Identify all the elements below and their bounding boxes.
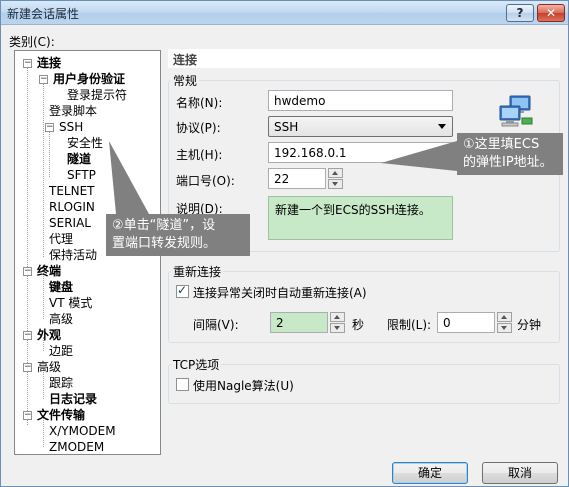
spin-up-icon[interactable] [328,168,343,178]
tree-item[interactable]: SSH [59,120,83,135]
collapse-toggle-icon[interactable]: − [39,75,48,84]
protocol-select[interactable]: SSH [268,116,453,137]
tree-connector [49,129,50,177]
port-spinner[interactable] [328,168,343,189]
minutes-label: 分钟 [517,318,542,332]
tree-item[interactable]: 外观 [37,328,61,343]
tunnel-callout-line2: 置端口转发规则。 [112,236,217,251]
auto-reconnect-checkbox[interactable] [176,283,189,298]
limit-spinner[interactable] [497,312,512,333]
network-computers-icon [499,95,533,127]
port-input[interactable]: 22 [268,168,326,189]
tree-item[interactable]: 高级 [37,360,61,375]
tree-item[interactable]: X/YMODEM [49,424,116,439]
spin-up-icon[interactable] [497,312,512,322]
interval-spinner[interactable] [330,312,345,333]
tree-item[interactable]: RLOGIN [49,200,95,215]
ok-button[interactable]: 确定 [392,462,468,484]
tree-item[interactable]: SFTP [67,168,96,183]
window-title: 新建会话属性 [7,7,80,21]
tree-item[interactable]: 用户身份验证 [53,72,125,87]
tree-item[interactable]: 文件传输 [37,408,85,423]
tree-item[interactable]: SERIAL [49,216,91,231]
tree-item[interactable]: 日志记录 [49,392,97,407]
nagle-checkbox[interactable] [176,378,189,391]
spin-down-icon[interactable] [328,179,343,189]
section-title: 连接 [173,53,198,67]
protocol-value: SSH [274,120,299,134]
tree-item[interactable]: VT 模式 [49,296,92,311]
tree-item[interactable]: 隧道 [67,152,91,167]
ip-callout-line2: 的弹性IP地址。 [463,155,553,170]
title-bar[interactable]: 新建会话属性 ? ✕ [1,1,568,25]
tree-item[interactable]: TELNET [49,184,95,199]
collapse-toggle-icon[interactable]: − [23,59,32,68]
collapse-toggle-icon[interactable]: − [45,123,54,132]
tree-item[interactable]: 键盘 [49,280,73,295]
protocol-label: 协议(P): [176,121,221,135]
auto-reconnect-label[interactable]: 连接异常关闭时自动重新连接(A) [193,284,367,301]
section-header: 连接 [168,49,560,68]
chevron-down-icon [438,124,446,129]
ip-callout-line1: ①这里填ECS [463,137,540,152]
tree-connector [43,273,44,319]
nagle-label[interactable]: 使用Nagle算法(U) [193,377,294,394]
spin-down-icon[interactable] [497,323,512,333]
interval-label: 间隔(V): [193,318,239,332]
tree-item[interactable]: 代理 [49,232,73,247]
tree-item[interactable]: 连接 [37,56,61,71]
tree-connector [43,81,44,257]
tree-item[interactable]: 高级 [49,312,73,327]
limit-label: 限制(L): [387,318,432,332]
collapse-toggle-icon[interactable]: − [23,411,32,420]
tree-item[interactable]: 跟踪 [49,376,73,391]
collapse-toggle-icon[interactable]: − [23,331,32,340]
cancel-button[interactable]: 取消 [482,462,558,484]
ip-callout: ①这里填ECS 的弹性IP地址。 [457,133,563,175]
session-properties-dialog: 新建会话属性 ? ✕ 类别(C): − 连接 − 用户身份验证 登录提示符 登录脚本 − SS… [0,0,569,487]
tunnel-callout-line1: ②单击“隧道”，设 [112,218,216,233]
reconnect-group-title: 重新连接 [171,263,224,280]
seconds-label: 秒 [352,318,365,332]
close-button[interactable]: ✕ [537,4,565,22]
tree-item[interactable]: 登录提示符 [67,88,127,103]
spin-down-icon[interactable] [330,323,345,333]
collapse-toggle-icon[interactable]: − [23,267,32,276]
tree-item[interactable]: 登录脚本 [49,104,97,119]
tree-item[interactable]: 终端 [37,264,61,279]
tree-item[interactable]: 安全性 [67,136,103,151]
spin-up-icon[interactable] [330,312,345,322]
limit-input[interactable]: 0 [437,312,495,333]
tcp-group-title: TCP选项 [171,356,222,373]
name-label: 名称(N): [176,96,223,110]
tree-item[interactable]: ZMODEM [49,440,104,455]
host-input[interactable]: 192.168.0.1 [268,142,453,163]
name-input[interactable]: hwdemo [268,90,453,111]
category-label: 类别(C): [9,35,55,49]
description-input[interactable]: 新建一个到ECS的SSH连接。 [268,196,453,240]
collapse-toggle-icon[interactable]: − [23,363,32,372]
host-label: 主机(H): [176,148,223,162]
tunnel-callout: ②单击“隧道”，设 置端口转发规则。 [106,214,250,256]
general-group-title: 常规 [171,72,200,89]
help-button[interactable]: ? [506,4,534,22]
interval-input[interactable]: 2 [270,312,328,333]
port-label: 端口号(O): [176,174,235,188]
tree-item[interactable]: 保持活动 [49,248,97,263]
tree-item[interactable]: 边距 [49,344,73,359]
